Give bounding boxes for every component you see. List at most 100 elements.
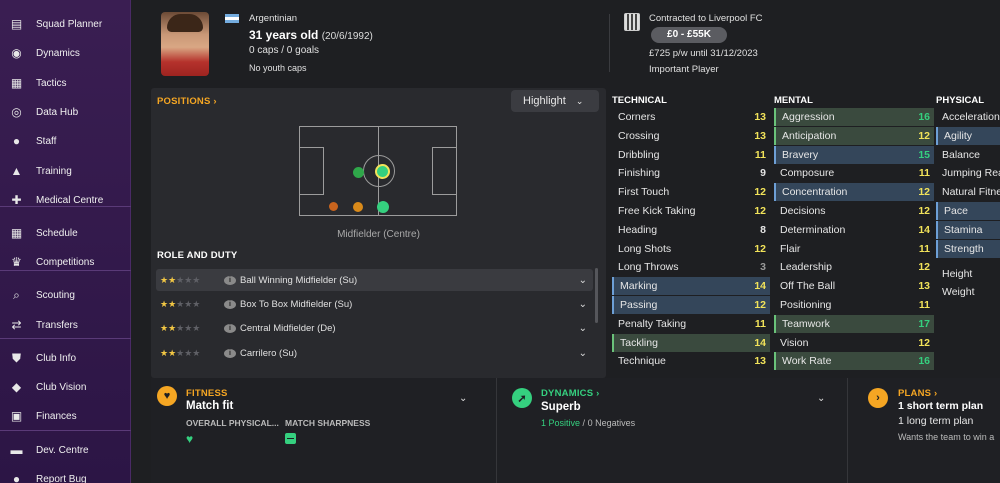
nationality: Argentinian (249, 13, 298, 24)
mental-attribute-row[interactable]: Flair 11 (774, 240, 934, 258)
info-icon[interactable]: i (224, 275, 236, 285)
mental-attribute-row[interactable]: Work Rate 16 (774, 352, 934, 371)
chevron-down-icon[interactable]: ⌄ (579, 299, 587, 310)
sidebar-item-finances[interactable]: ▣ Finances (0, 405, 131, 427)
attribute-name: First Touch (618, 186, 670, 199)
match-sharpness-label: MATCH SHARPNESS (285, 418, 371, 428)
chevron-down-icon[interactable]: ⌄ (579, 323, 587, 334)
sidebar-item-transfers[interactable]: ⇄ Transfers (0, 314, 131, 336)
highlight-dropdown[interactable]: Highlight ⌄ (511, 90, 599, 112)
mental-attribute-row[interactable]: Aggression 16 (774, 108, 934, 126)
physical-attribute-row[interactable]: Strength (936, 239, 1000, 258)
technical-attribute-row[interactable]: Long Throws 3 (612, 258, 770, 276)
technical-attribute-row[interactable]: Crossing 13 (612, 127, 770, 145)
sidebar-item-club-info[interactable]: ⛊ Club Info (0, 347, 131, 369)
technical-attribute-row[interactable]: Dribbling 11 (612, 146, 770, 164)
sidebar-item-dev-centre[interactable]: ▬ Dev. Centre (0, 439, 131, 461)
technical-attribute-row[interactable]: First Touch 12 (612, 183, 770, 201)
info-icon[interactable]: i (224, 323, 236, 333)
role-row[interactable]: ★★★★★ i Ball Winning Midfielder (Su) ⌄ (156, 269, 593, 291)
sidebar-item-label: Club Info (36, 352, 77, 364)
calendar-icon: ▦ (10, 226, 23, 240)
role-row[interactable]: ★★★★★ i Box To Box Midfielder (Su) ⌄ (156, 293, 593, 315)
chevron-down-icon[interactable]: ⌄ (579, 348, 587, 359)
info-icon[interactable]: i (224, 348, 236, 358)
mental-attribute-row[interactable]: Concentration 12 (774, 183, 934, 202)
mental-attribute-row[interactable]: Determination 14 (774, 221, 934, 239)
technical-attribute-row[interactable]: Finishing 9 (612, 164, 770, 182)
sidebar-item-report-bug[interactable]: ● Report Bug (0, 468, 131, 483)
sidebar-item-scouting[interactable]: ⌕ Scouting (0, 284, 131, 306)
physical-attribute-row[interactable]: Jumping Reach (936, 164, 1000, 182)
role-duty-title: ROLE AND DUTY (157, 250, 238, 261)
mental-attribute-row[interactable]: Vision 12 (774, 334, 934, 352)
finances-icon: ▣ (10, 409, 23, 423)
mental-attribute-row[interactable]: Decisions 12 (774, 202, 934, 220)
role-row[interactable]: ★★★★★ i Carrilero (Su) ⌄ (156, 342, 593, 364)
physical-attribute-row[interactable]: Pace (936, 202, 1000, 220)
attribute-name: Vision (780, 336, 809, 349)
mental-attribute-row[interactable]: Anticipation 12 (774, 126, 934, 145)
sidebar-item-tactics[interactable]: ▦ Tactics (0, 72, 131, 94)
chevron-down-icon[interactable]: ⌄ (579, 275, 587, 286)
mental-attribute-row[interactable]: Teamwork 17 (774, 314, 934, 333)
contract-club[interactable]: Contracted to Liverpool FC (649, 13, 763, 24)
position-mcl-dot (353, 202, 363, 212)
sidebar-item-club-vision[interactable]: ◆ Club Vision (0, 376, 131, 398)
roles-scrollbar[interactable] (595, 268, 598, 323)
technical-attribute-row[interactable]: Heading 8 (612, 221, 770, 239)
physical-title: PHYSICAL (936, 95, 985, 106)
dynamics-expand-chevron-icon[interactable]: ⌄ (817, 393, 825, 404)
positions-title[interactable]: POSITIONS › (157, 96, 217, 107)
heart-icon: ♥ (157, 386, 177, 406)
technical-attribute-row[interactable]: Corners 13 (612, 108, 770, 126)
international-caps: 0 caps / 0 goals (249, 45, 320, 56)
physical-attribute-row[interactable]: Acceleration (936, 108, 1000, 126)
plans-panel: › PLANS › 1 short term plan 1 long term … (848, 378, 1000, 483)
sidebar-item-training[interactable]: ▲ Training (0, 160, 131, 182)
sidebar-item-label: Dev. Centre (36, 444, 89, 456)
plans-note: Wants the team to win a (898, 432, 995, 442)
physical-attribute-row[interactable]: Agility (936, 126, 1000, 145)
technical-attribute-row[interactable]: Long Shots 12 (612, 240, 770, 258)
attribute-value: 16 (918, 355, 930, 368)
role-row[interactable]: ★★★★★ i Central Midfielder (De) ⌄ (156, 317, 593, 339)
sidebar-item-dynamics[interactable]: ◉ Dynamics (0, 42, 131, 64)
info-icon[interactable]: i (224, 299, 236, 309)
fitness-expand-chevron-icon[interactable]: ⌄ (459, 393, 467, 404)
plans-title[interactable]: PLANS › (898, 388, 937, 399)
attribute-name: Strength (944, 242, 984, 255)
technical-attribute-row[interactable]: Free Kick Taking 12 (612, 202, 770, 220)
technical-attribute-row[interactable]: Marking 14 (612, 277, 770, 296)
sidebar-item-squad-planner[interactable]: ▤ Squad Planner (0, 13, 131, 35)
technical-attribute-row[interactable]: Technique 13 (612, 352, 770, 370)
fitness-title: FITNESS (186, 388, 228, 399)
mental-attribute-row[interactable]: Composure 11 (774, 164, 934, 182)
attribute-name: Free Kick Taking (618, 205, 696, 217)
physical-attribute-row[interactable]: Stamina (936, 220, 1000, 239)
technical-attribute-row[interactable]: Tackling 14 (612, 333, 770, 352)
sidebar-item-medical-centre[interactable]: ✚ Medical Centre (0, 189, 131, 211)
fitness-value: Match fit (186, 400, 234, 412)
attribute-name: Acceleration (942, 111, 1000, 123)
sidebar-item-label: Dynamics (36, 47, 80, 59)
attribute-value: 14 (754, 280, 766, 293)
mental-attribute-row[interactable]: Positioning 11 (774, 296, 934, 314)
mental-attribute-row[interactable]: Bravery 15 (774, 145, 934, 164)
position-mc-dot (375, 164, 390, 179)
sidebar-item-schedule[interactable]: ▦ Schedule (0, 222, 131, 244)
sidebar-item-label: Staff (36, 135, 57, 147)
mental-attribute-row[interactable]: Off The Ball 13 (774, 277, 934, 295)
sidebar-separator (0, 206, 131, 207)
technical-attribute-row[interactable]: Penalty Taking 11 (612, 315, 770, 333)
dynamics-title[interactable]: DYNAMICS › (541, 388, 599, 399)
sidebar-item-staff[interactable]: ● Staff (0, 130, 131, 152)
physical-attribute-row[interactable]: Balance (936, 146, 1000, 164)
sidebar-item-data-hub[interactable]: ◎ Data Hub (0, 101, 131, 123)
physical-attribute-row[interactable]: Natural Fitness (936, 183, 1000, 201)
attribute-value: 12 (918, 261, 930, 274)
mental-attribute-row[interactable]: Leadership 12 (774, 258, 934, 276)
tactics-board-icon: ▦ (10, 76, 23, 90)
technical-attribute-row[interactable]: Passing 12 (612, 296, 770, 314)
dynamics-summary: 1 Positive / 0 Negatives (541, 418, 636, 428)
